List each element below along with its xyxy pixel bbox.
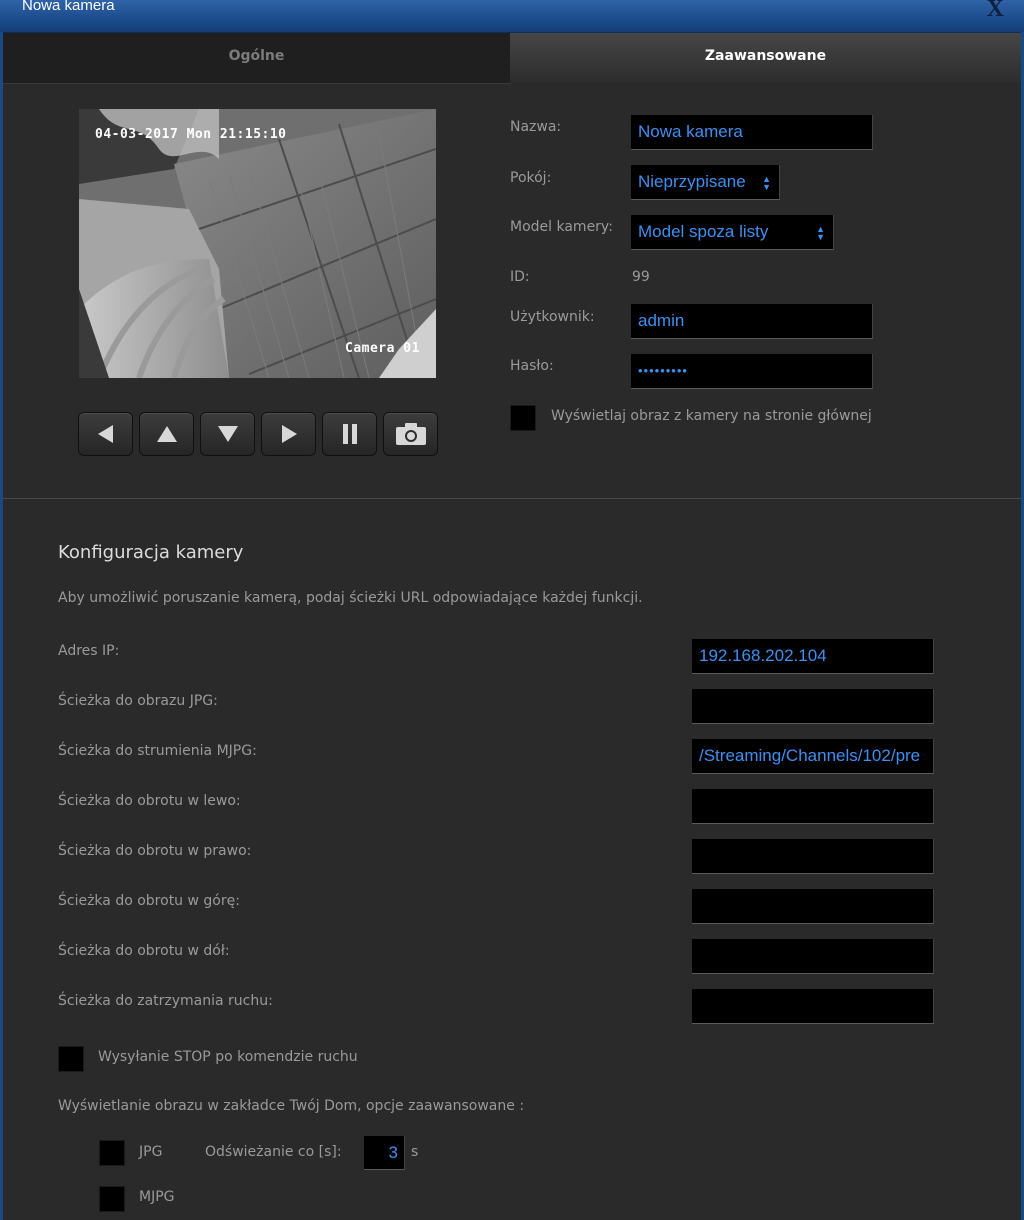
user-field[interactable]: admin xyxy=(631,304,873,339)
camera-model-select[interactable]: Model spoza listy ▲ ▼ xyxy=(631,215,834,250)
id-value: 99 xyxy=(632,269,650,285)
tab-general[interactable]: Ogólne xyxy=(3,33,510,84)
pause-icon xyxy=(342,424,357,444)
ip-address-field[interactable]: 192.168.202.104 xyxy=(692,639,934,674)
camera-preview-image: 04-03-2017 Mon 21:15:10 Camera 01 xyxy=(79,109,436,378)
refresh-unit-label: s xyxy=(411,1144,419,1160)
room-select-value: Nieprzypisane xyxy=(638,172,746,191)
pan-right-path-field[interactable] xyxy=(692,839,934,874)
select-arrows-icon: ▲ ▼ xyxy=(816,224,825,242)
camera-snapshot-icon xyxy=(395,423,426,445)
arrow-right-icon xyxy=(281,425,297,443)
display-options-label: Wyświetlanie obrazu w zakładce Twój Dom,… xyxy=(58,1098,525,1114)
password-label: Hasło: xyxy=(510,358,554,374)
stop-path-label: Ścieżka do zatrzymania ruchu: xyxy=(58,993,273,1009)
user-label: Użytkownik: xyxy=(510,309,595,325)
tab-advanced[interactable]: Zaawansowane xyxy=(510,33,1021,83)
jpg-label: JPG xyxy=(139,1144,163,1160)
send-stop-checkbox[interactable] xyxy=(58,1046,84,1072)
select-arrows-icon: ▲ ▼ xyxy=(762,174,771,192)
ip-address-label: Adres IP: xyxy=(58,643,120,659)
arrow-left-icon xyxy=(97,425,113,443)
config-section-title: Konfiguracja kamery xyxy=(58,542,244,563)
tilt-up-path-field[interactable] xyxy=(692,889,934,924)
tilt-down-button[interactable] xyxy=(200,412,255,456)
name-field[interactable]: Nowa kamera xyxy=(631,115,873,150)
name-label: Nazwa: xyxy=(510,119,562,135)
mjpg-label: MJPG xyxy=(139,1189,175,1205)
show-on-home-checkbox[interactable] xyxy=(510,405,536,431)
refresh-interval-field[interactable]: 3 xyxy=(364,1136,405,1170)
camera-scene-illustration xyxy=(79,109,436,378)
arrow-up-icon xyxy=(156,426,177,442)
stop-button[interactable] xyxy=(322,412,377,456)
camera-model-label: Model kamery: xyxy=(510,219,613,235)
room-label: Pokój: xyxy=(510,170,552,186)
config-section-description: Aby umożliwić poruszanie kamerą, podaj ś… xyxy=(58,590,643,606)
pan-right-button[interactable] xyxy=(261,412,316,456)
show-on-home-label: Wyświetlaj obraz z kamery na stronie głó… xyxy=(551,408,872,424)
tilt-down-path-field[interactable] xyxy=(692,939,934,974)
id-label: ID: xyxy=(510,269,530,285)
pan-left-path-field[interactable] xyxy=(692,789,934,824)
refresh-interval-label: Odświeżanie co [s]: xyxy=(205,1144,342,1160)
tilt-up-path-label: Ścieżka do obrotu w górę: xyxy=(58,893,240,909)
jpg-path-field[interactable] xyxy=(692,689,934,724)
mjpg-stream-path-label: Ścieżka do strumienia MJPG: xyxy=(58,743,257,759)
mjpg-checkbox[interactable] xyxy=(99,1186,125,1212)
window-frame-left xyxy=(0,32,3,1220)
pan-right-path-label: Ścieżka do obrotu w prawo: xyxy=(58,843,252,859)
close-icon[interactable]: X xyxy=(987,0,1004,23)
send-stop-label: Wysyłanie STOP po komendzie ruchu xyxy=(98,1049,358,1065)
arrow-down-icon xyxy=(217,426,238,442)
mjpg-stream-path-field[interactable]: /Streaming/Channels/102/pre xyxy=(692,739,934,774)
tilt-up-button[interactable] xyxy=(139,412,194,456)
camera-model-select-value: Model spoza listy xyxy=(638,222,769,241)
password-field[interactable]: ••••••••• xyxy=(631,354,873,389)
snapshot-button[interactable] xyxy=(383,412,438,456)
tilt-down-path-label: Ścieżka do obrotu w dół: xyxy=(58,943,230,959)
jpg-checkbox[interactable] xyxy=(99,1140,125,1166)
preview-camera-label: Camera 01 xyxy=(345,341,420,356)
window-title-bar: Nowa kamera X xyxy=(0,0,1024,33)
pan-left-path-label: Ścieżka do obrotu w lewo: xyxy=(58,793,241,809)
section-divider xyxy=(3,498,1021,499)
pan-left-button[interactable] xyxy=(78,412,133,456)
preview-timestamp: 04-03-2017 Mon 21:15:10 xyxy=(95,127,287,142)
tab-bar: Ogólne Zaawansowane xyxy=(3,33,1021,84)
stop-path-field[interactable] xyxy=(692,989,934,1024)
jpg-path-label: Ścieżka do obrazu JPG: xyxy=(58,693,218,709)
room-select[interactable]: Nieprzypisane ▲ ▼ xyxy=(631,165,780,200)
window-title: Nowa kamera xyxy=(22,0,115,14)
